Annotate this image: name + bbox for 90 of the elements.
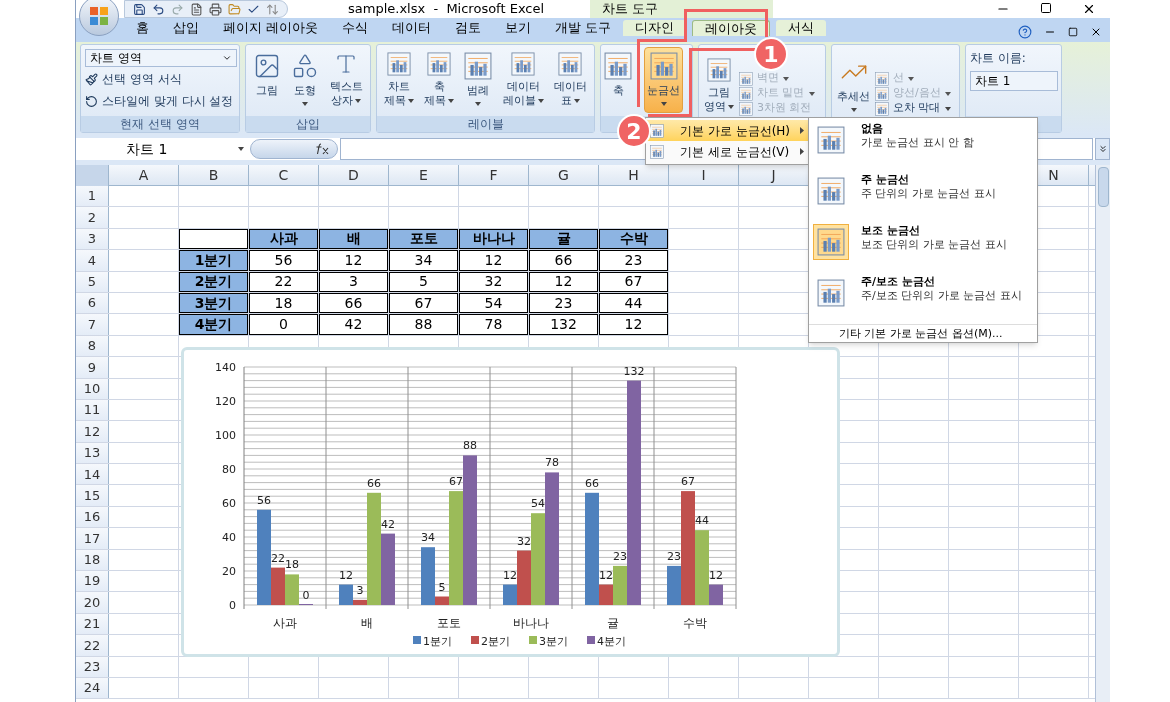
table-cell: 88 — [389, 314, 458, 335]
axis-label: 100 — [215, 429, 236, 442]
data-label: 34 — [421, 531, 435, 545]
table-cell: 66 — [529, 250, 598, 271]
data-label: 88 — [463, 439, 477, 453]
table-header: 바나나 — [459, 228, 528, 250]
data-label: 78 — [545, 456, 559, 470]
axis-label: 배 — [361, 616, 373, 630]
data-label: 56 — [257, 493, 271, 507]
table-cell: 22 — [249, 271, 318, 292]
table-header: 귤 — [529, 228, 598, 250]
data-label: 22 — [271, 551, 285, 565]
table-cell: 67 — [389, 292, 458, 314]
table-cell: 23 — [529, 292, 598, 314]
row-label: 4분기 — [179, 314, 248, 335]
axis-label: 80 — [222, 463, 236, 476]
row-label: 2분기 — [179, 271, 248, 292]
data-label: 66 — [367, 476, 381, 490]
data-label: 12 — [503, 568, 517, 582]
table-cell: 3 — [319, 271, 388, 292]
table-header: 배 — [319, 228, 388, 250]
data-label: 12 — [599, 568, 613, 582]
data-label: 67 — [449, 475, 463, 489]
axis-label: 0 — [229, 599, 236, 612]
group-label: 현재 선택 영역 — [81, 116, 239, 132]
axis-label: 60 — [222, 497, 236, 510]
legend-label: 2분기 — [481, 635, 510, 648]
data-label: 66 — [585, 476, 599, 490]
legend-label: 3분기 — [539, 635, 568, 648]
table-cell: 18 — [249, 292, 318, 314]
data-label: 3 — [356, 583, 364, 597]
data-label: 54 — [531, 497, 545, 511]
table-header: 포토 — [389, 228, 458, 250]
data-label: 42 — [381, 517, 395, 531]
data-label: 0 — [302, 589, 310, 602]
option-description: 보조 단위의 가로 눈금선 표시 — [861, 238, 1008, 252]
table-cell: 78 — [459, 314, 528, 335]
option-title: 주 눈금선 — [861, 172, 910, 187]
table-cell: 5 — [389, 271, 458, 292]
data-label: 12 — [339, 568, 353, 582]
table-cell: 23 — [599, 250, 668, 271]
row-label: 3분기 — [179, 292, 248, 314]
field-label: 차트 이름: — [970, 50, 1027, 67]
group-label: 삽입 — [246, 116, 370, 132]
data-label: 5 — [438, 580, 446, 594]
option-title: 없음 — [861, 121, 884, 136]
data-label: 23 — [613, 549, 627, 563]
legend-label: 1분기 — [423, 635, 452, 648]
context-tab-group: 차트 도구 — [590, 0, 774, 18]
window-title: sample.xlsx - Microsoft Excel — [348, 0, 545, 19]
data-label: 44 — [695, 514, 709, 528]
table-cell: 54 — [459, 292, 528, 314]
option-title: 보조 눈금선 — [861, 223, 921, 238]
table-cell: 67 — [599, 271, 668, 292]
table-cell: 132 — [529, 314, 598, 335]
table-cell: 66 — [319, 292, 388, 314]
axis-label: 바나나 — [513, 616, 549, 630]
option-description: 주 단위의 가로 눈금선 표시 — [861, 187, 997, 201]
table-header: 수박 — [599, 228, 668, 250]
table-cell: 56 — [249, 250, 318, 271]
table-cell: 32 — [459, 271, 528, 292]
data-label: 18 — [285, 558, 299, 572]
option-description: 가로 눈금선 표시 안 함 — [861, 136, 975, 150]
data-label: 67 — [681, 475, 695, 489]
table-cell: 12 — [599, 314, 668, 335]
table-cell: 0 — [249, 314, 318, 335]
table-cell: 44 — [599, 292, 668, 314]
data-label: 32 — [517, 534, 531, 548]
legend-label: 4분기 — [597, 635, 626, 648]
table-cell: 12 — [459, 250, 528, 271]
axis-label: 사과 — [273, 616, 297, 630]
axis-label: 귤 — [607, 616, 619, 630]
table-cell: 12 — [529, 271, 598, 292]
axis-label: 120 — [215, 395, 236, 408]
data-label: 23 — [667, 549, 681, 563]
table-header: 사과 — [249, 228, 318, 250]
data-label: 12 — [709, 568, 723, 582]
table-cell: 12 — [319, 250, 388, 271]
option-description: 주/보조 단위의 가로 눈금선 표시 — [861, 289, 1023, 303]
axis-label: 140 — [215, 361, 236, 374]
axis-label: 수박 — [683, 616, 707, 630]
axis-label: 20 — [222, 565, 236, 578]
table-cell: 42 — [319, 314, 388, 335]
option-title: 주/보조 눈금선 — [861, 274, 936, 289]
row-label: 1분기 — [179, 250, 248, 271]
data-label: 132 — [623, 364, 645, 378]
group-label: 레이블 — [377, 116, 594, 132]
axis-label: 포토 — [437, 616, 461, 630]
axis-label: 40 — [222, 531, 236, 544]
table-cell: 34 — [389, 250, 458, 271]
